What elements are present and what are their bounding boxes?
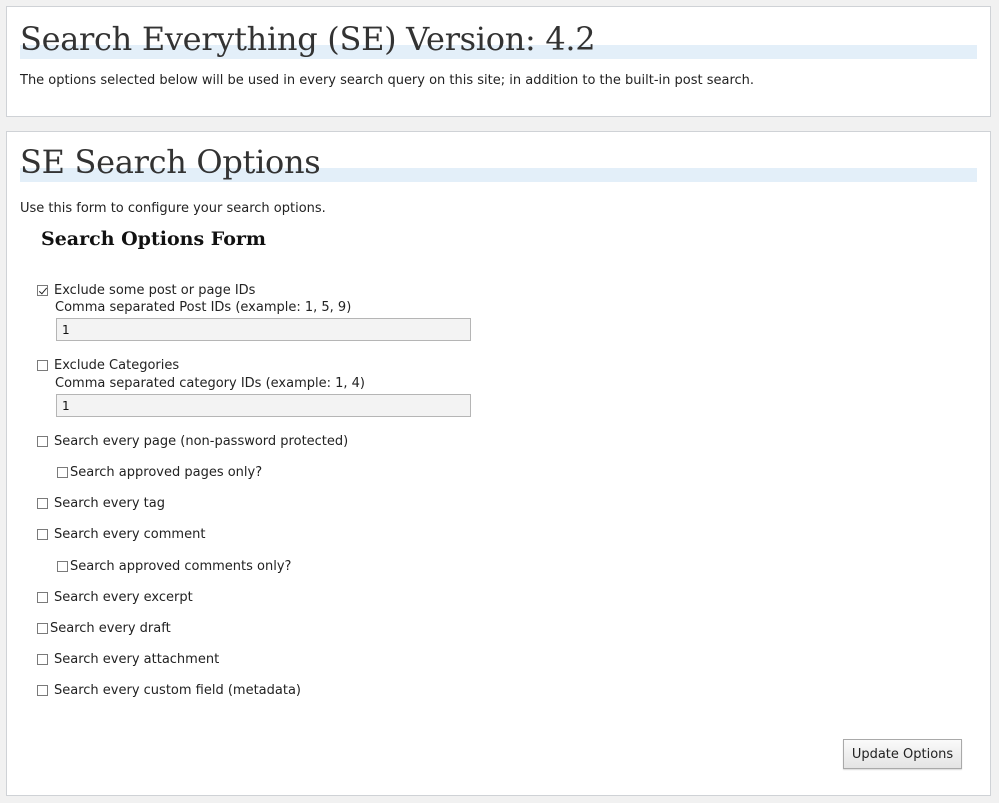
form-title: Search Options Form bbox=[41, 228, 266, 250]
search-attachments-label: Search every attachment bbox=[54, 651, 220, 667]
search-attachments-checkbox[interactable] bbox=[37, 653, 48, 665]
search-drafts-option[interactable]: Search every draft bbox=[37, 620, 171, 636]
search-tags-label: Search every tag bbox=[54, 495, 165, 511]
exclude-categories-option[interactable]: Exclude Categories bbox=[37, 357, 179, 373]
exclude-posts-checkbox[interactable] bbox=[37, 284, 48, 296]
approved-comments-label: Search approved comments only? bbox=[70, 558, 292, 574]
approved-comments-option[interactable]: Search approved comments only? bbox=[57, 558, 291, 574]
search-drafts-checkbox[interactable] bbox=[37, 622, 48, 634]
exclude-posts-input[interactable] bbox=[56, 318, 471, 341]
exclude-categories-label: Exclude Categories bbox=[54, 357, 180, 373]
search-excerpts-checkbox[interactable] bbox=[37, 591, 48, 603]
page-title-container: Search Everything (SE) Version: 4.2 bbox=[20, 15, 977, 59]
search-pages-label: Search every page (non-password protecte… bbox=[54, 433, 349, 449]
search-tags-checkbox[interactable] bbox=[37, 497, 48, 509]
section-title: SE Search Options bbox=[20, 143, 321, 181]
exclude-categories-hint: Comma separated category IDs (example: 1… bbox=[55, 376, 365, 391]
approved-pages-label: Search approved pages only? bbox=[70, 464, 263, 480]
search-pages-option[interactable]: Search every page (non-password protecte… bbox=[37, 433, 348, 449]
search-custom-fields-label: Search every custom field (metadata) bbox=[54, 682, 301, 698]
approved-comments-checkbox[interactable] bbox=[57, 560, 68, 572]
search-attachments-option[interactable]: Search every attachment bbox=[37, 651, 219, 667]
approved-pages-checkbox[interactable] bbox=[57, 466, 68, 478]
options-panel: SE Search Options Use this form to confi… bbox=[6, 131, 991, 796]
exclude-categories-checkbox[interactable] bbox=[37, 359, 48, 371]
exclude-posts-label: Exclude some post or page IDs bbox=[54, 282, 256, 298]
exclude-posts-hint: Comma separated Post IDs (example: 1, 5,… bbox=[55, 300, 352, 315]
search-excerpts-option[interactable]: Search every excerpt bbox=[37, 589, 193, 605]
search-comments-checkbox[interactable] bbox=[37, 528, 48, 540]
search-pages-checkbox[interactable] bbox=[37, 435, 48, 447]
header-panel: Search Everything (SE) Version: 4.2 The … bbox=[6, 6, 991, 117]
search-custom-fields-checkbox[interactable] bbox=[37, 684, 48, 696]
section-title-container: SE Search Options bbox=[20, 138, 977, 182]
search-excerpts-label: Search every excerpt bbox=[54, 589, 193, 605]
search-drafts-label: Search every draft bbox=[50, 620, 171, 636]
update-options-button[interactable]: Update Options bbox=[843, 739, 962, 769]
search-comments-option[interactable]: Search every comment bbox=[37, 526, 205, 542]
section-description: Use this form to configure your search o… bbox=[20, 201, 326, 216]
exclude-categories-input[interactable] bbox=[56, 394, 471, 417]
page-title: Search Everything (SE) Version: 4.2 bbox=[20, 20, 596, 58]
exclude-posts-option[interactable]: Exclude some post or page IDs bbox=[37, 282, 255, 298]
approved-pages-option[interactable]: Search approved pages only? bbox=[57, 464, 262, 480]
search-tags-option[interactable]: Search every tag bbox=[37, 495, 165, 511]
search-custom-fields-option[interactable]: Search every custom field (metadata) bbox=[37, 682, 301, 698]
page-description: The options selected below will be used … bbox=[20, 73, 755, 88]
search-comments-label: Search every comment bbox=[54, 526, 206, 542]
